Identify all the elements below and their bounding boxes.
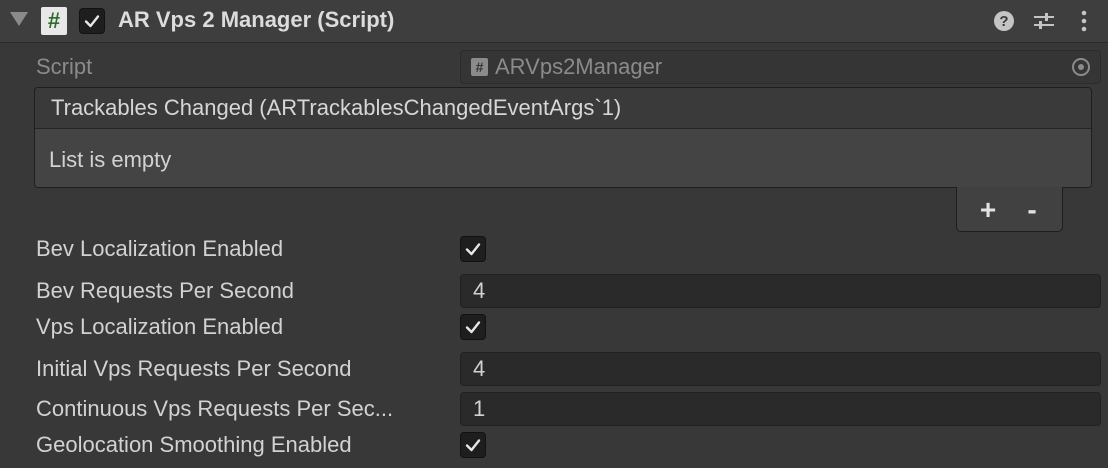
initial-vps-requests-field[interactable]: 4 <box>460 352 1101 386</box>
bev-requests-label: Bev Requests Per Second <box>36 278 295 303</box>
checkmark-icon <box>84 15 100 28</box>
geolocation-smoothing-label: Geolocation Smoothing Enabled <box>36 432 352 457</box>
continuous-vps-requests-field[interactable]: 1 <box>460 392 1101 426</box>
bev-requests-field[interactable]: 4 <box>460 274 1101 308</box>
bev-localization-label: Bev Localization Enabled <box>36 236 284 261</box>
bev-localization-checkbox[interactable] <box>460 236 486 262</box>
foldout-arrow-icon[interactable] <box>10 12 28 26</box>
script-object-field: # ARVps2Manager <box>460 50 1101 84</box>
kebab-menu-icon[interactable] <box>1071 8 1097 34</box>
object-picker-icon[interactable] <box>1072 58 1090 76</box>
script-value: ARVps2Manager <box>495 54 663 79</box>
event-empty-text: List is empty <box>35 129 1091 187</box>
preset-sliders-icon[interactable] <box>1031 8 1057 34</box>
initial-vps-requests-label: Initial Vps Requests Per Second <box>36 356 352 381</box>
checkmark-icon <box>465 439 481 452</box>
checkmark-icon <box>465 243 481 256</box>
event-list-controls: + - <box>956 187 1063 232</box>
event-title: Trackables Changed (ARTrackablesChangedE… <box>35 88 1091 129</box>
vps-localization-checkbox[interactable] <box>460 314 486 340</box>
vps-localization-label: Vps Localization Enabled <box>36 314 284 339</box>
add-listener-button[interactable]: + <box>972 194 1004 225</box>
script-mini-icon: # <box>471 58 488 76</box>
trackables-changed-event: Trackables Changed (ARTrackablesChangedE… <box>34 87 1092 188</box>
component-enabled-checkbox[interactable] <box>79 8 105 34</box>
component-header[interactable]: # AR Vps 2 Manager (Script) ? <box>0 0 1108 43</box>
help-icon[interactable]: ? <box>991 8 1017 34</box>
checkmark-icon <box>465 321 481 334</box>
script-label: Script <box>36 54 93 79</box>
continuous-vps-requests-label: Continuous Vps Requests Per Sec... <box>36 396 394 421</box>
script-icon: # <box>41 7 67 35</box>
remove-listener-button[interactable]: - <box>1016 194 1048 225</box>
geolocation-smoothing-checkbox[interactable] <box>460 432 486 458</box>
component-title: AR Vps 2 Manager (Script) <box>118 7 395 32</box>
